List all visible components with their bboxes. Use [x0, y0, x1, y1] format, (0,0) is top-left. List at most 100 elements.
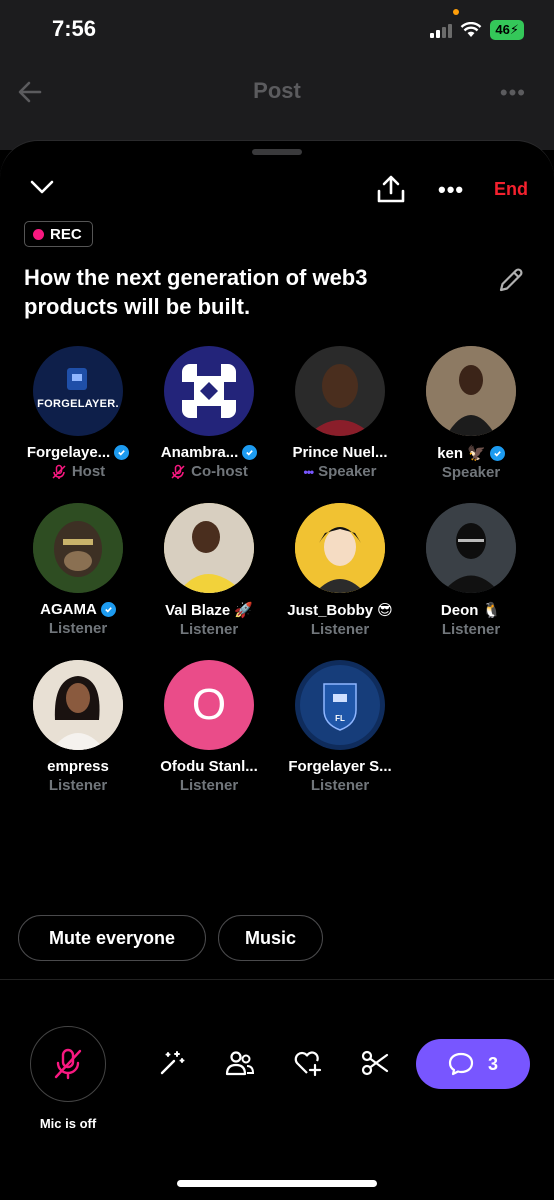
participant-role: Listener: [179, 621, 239, 638]
recording-badge: REC: [24, 221, 93, 247]
magic-wand-icon[interactable]: [158, 1049, 186, 1077]
participant-card[interactable]: FL Forgelayer S... Listener: [274, 660, 406, 794]
avatar: [295, 346, 385, 436]
more-options-icon[interactable]: •••: [438, 177, 464, 203]
cellular-signal-icon: [430, 22, 453, 38]
verified-badge-icon: [489, 445, 505, 461]
participant-card[interactable]: O Ofodu Stanl... Listener: [143, 660, 275, 794]
post-title: Post: [253, 78, 301, 103]
avatar: FL: [295, 660, 385, 750]
participant-role: Speaker: [318, 463, 377, 480]
participant-role: Listener: [310, 621, 370, 638]
record-dot-icon: [33, 228, 44, 240]
person-photo-icon: [426, 503, 516, 593]
mic-status-label: Mic is off: [39, 1116, 97, 1131]
anambra-logo-icon: [182, 364, 236, 418]
battery-indicator: 46⚡: [490, 20, 524, 40]
rec-label: REC: [50, 225, 82, 243]
verified-badge-icon: [242, 445, 258, 460]
participant-role: Listener: [441, 621, 501, 638]
avatar: O: [164, 660, 254, 750]
replies-count: 3: [487, 1053, 498, 1074]
mute-everyone-button[interactable]: Mute everyone: [18, 915, 206, 961]
avatar: [426, 503, 516, 593]
replies-button[interactable]: 3: [416, 1039, 530, 1089]
person-photo-icon: [307, 364, 373, 436]
space-title: How the next generation of web3 products…: [24, 265, 368, 319]
participant-name: Anambra...: [160, 444, 239, 461]
chevron-down-icon[interactable]: [30, 179, 54, 195]
space-sheet: ••• End REC How the next generation of w…: [0, 140, 554, 1200]
avatar: FORGELAYER.: [33, 346, 123, 436]
avatar: [33, 660, 123, 750]
heart-plus-icon[interactable]: [293, 1049, 323, 1077]
participant-emoji: 🦅: [467, 445, 486, 462]
avatar: [164, 346, 254, 436]
forgelayer-logo-icon: [67, 368, 87, 390]
fl-logo-text: FL: [335, 714, 345, 723]
ape-nft-icon: [33, 503, 123, 593]
forgelayer-logo-text: FORGELAYER.: [37, 398, 119, 410]
music-button[interactable]: Music: [218, 915, 323, 961]
home-indicator[interactable]: [177, 1180, 377, 1187]
participant-name: Val Blaze: [165, 601, 231, 619]
participant-role: Listener: [310, 777, 370, 794]
participant-card[interactable]: Prince Nuel... ••• Speaker: [274, 346, 406, 480]
participant-card[interactable]: empress Listener: [12, 660, 144, 794]
verified-badge-icon: [100, 602, 116, 617]
more-options-icon[interactable]: •••: [500, 80, 526, 106]
participant-role: Listener: [48, 620, 108, 637]
avatar: [295, 503, 385, 593]
scissors-clip-icon[interactable]: [360, 1049, 390, 1077]
participant-name: Deon: [440, 601, 479, 619]
participant-role: Co-host: [191, 463, 248, 480]
privacy-indicator-dot: [453, 9, 459, 15]
participant-role: Listener: [48, 777, 108, 794]
participant-role: Listener: [179, 777, 239, 794]
participant-card[interactable]: Val Blaze 🚀 Listener: [143, 503, 275, 638]
comment-bubble-icon: [448, 1052, 474, 1076]
mic-muted-icon: [52, 464, 66, 479]
share-icon[interactable]: [375, 173, 407, 205]
person-photo-icon: [33, 660, 123, 750]
participant-card[interactable]: FORGELAYER. Forgelaye... Host: [12, 346, 144, 480]
wifi-icon: [461, 22, 482, 37]
sheet-grabber[interactable]: [252, 149, 302, 155]
people-icon[interactable]: [225, 1049, 255, 1077]
anime-avatar-icon: [295, 503, 385, 593]
participant-emoji: 🐧: [482, 602, 502, 619]
status-time: 7:56: [52, 16, 97, 41]
participant-role: Host: [71, 463, 106, 480]
status-bar: 7:56 46⚡: [0, 0, 554, 60]
mic-toggle-button[interactable]: [30, 1026, 106, 1102]
edit-pencil-icon[interactable]: [496, 265, 526, 295]
participant-name: ken: [437, 444, 464, 462]
verified-badge-icon: [114, 445, 130, 460]
participant-card[interactable]: Anambra... Co-host: [143, 346, 275, 480]
participant-name: AGAMA: [40, 601, 97, 618]
person-photo-icon: [164, 503, 254, 593]
speaking-dots-icon: •••: [303, 464, 315, 479]
toolbar-divider: [0, 979, 554, 980]
participant-name: Ofodu Stanl...: [160, 758, 258, 775]
participant-name: Forgelaye...: [26, 444, 111, 461]
participant-name: Just_Bobby: [287, 601, 374, 619]
participant-card[interactable]: ken 🦅 Speaker: [405, 346, 537, 481]
participant-name: empress: [47, 758, 109, 775]
participant-card[interactable]: AGAMA Listener: [12, 503, 144, 637]
participant-emoji: 😎: [377, 602, 393, 619]
person-photo-icon: [426, 346, 516, 436]
participant-name: Forgelayer S...: [288, 758, 392, 775]
participant-card[interactable]: Just_Bobby 😎 Listener: [274, 503, 406, 638]
avatar: [33, 503, 123, 593]
avatar-initial: O: [191, 680, 227, 729]
avatar: [426, 346, 516, 436]
mic-muted-icon: [171, 464, 185, 479]
mic-off-icon: [54, 1048, 82, 1080]
participant-card[interactable]: Deon 🐧 Listener: [405, 503, 537, 638]
avatar: [164, 503, 254, 593]
participant-emoji: 🚀: [234, 602, 253, 619]
forgelayer-shield-logo-icon: [300, 665, 380, 745]
post-header: Post •••: [0, 60, 554, 150]
end-space-button[interactable]: End: [494, 179, 528, 200]
